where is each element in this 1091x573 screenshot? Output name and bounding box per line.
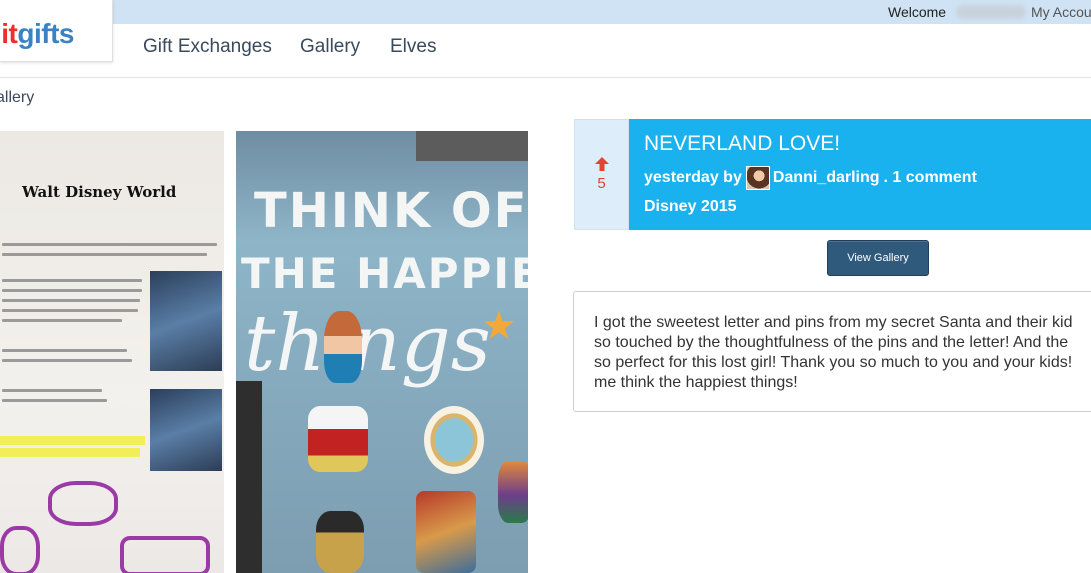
letter-line xyxy=(2,289,142,292)
letter-illustration-bottom xyxy=(150,389,222,471)
post-description-box: I got the sweetest letter and pins from … xyxy=(573,291,1091,412)
view-gallery-button[interactable]: View Gallery xyxy=(827,240,929,276)
kid-drawing xyxy=(48,481,118,526)
background-object xyxy=(236,381,262,573)
letter-line xyxy=(2,309,138,312)
letter-line xyxy=(2,279,142,282)
site-logo[interactable]: litgifts xyxy=(0,18,74,50)
nav-gallery[interactable]: Gallery xyxy=(300,36,360,58)
my-account-link[interactable]: My Accou xyxy=(1031,4,1091,20)
welcome-label: Welcome xyxy=(888,4,947,20)
nav-gift-exchanges[interactable]: Gift Exchanges xyxy=(143,36,272,58)
letter-line xyxy=(2,319,122,322)
comment-count-link[interactable]: . 1 comment xyxy=(884,169,977,187)
username-redacted xyxy=(955,5,1026,19)
logo-container[interactable]: litgifts xyxy=(0,0,113,62)
kid-drawing xyxy=(0,526,40,573)
anna-pin xyxy=(324,311,362,383)
logo-text-blue: gifts xyxy=(17,18,74,49)
welcome-text: Welcome xyxy=(888,4,1026,20)
nav-divider xyxy=(0,77,1091,78)
vote-count: 5 xyxy=(597,175,606,192)
avatar[interactable] xyxy=(745,166,770,190)
letter-illustration-top xyxy=(150,271,222,371)
letter-line xyxy=(2,349,127,352)
letter-heading: Walt Disney World xyxy=(22,183,177,201)
aurora-pin xyxy=(424,406,484,474)
shirt-text-line3: things xyxy=(244,299,491,389)
gallery-photo-shirt[interactable]: THINK OF THE HAPPIEST things ★ xyxy=(236,131,528,573)
post-tag-link[interactable]: Disney 2015 xyxy=(644,198,737,216)
star-icon: ★ xyxy=(481,304,517,348)
post-meta: yesterday by Danni_darling . 1 comment xyxy=(644,166,977,190)
letter-line xyxy=(2,359,132,362)
mickey-pin xyxy=(316,511,364,573)
upvote-arrow-icon[interactable] xyxy=(594,156,610,172)
breadcrumb[interactable]: allery xyxy=(0,89,34,107)
letter-line xyxy=(2,389,102,392)
peter-pan-pin xyxy=(416,491,476,573)
letter-line xyxy=(2,399,107,402)
gallery-photo-letter[interactable]: Walt Disney World xyxy=(0,131,224,573)
shirt-text-line1: THINK OF xyxy=(254,183,528,239)
vote-box: 5 xyxy=(574,119,629,230)
highlighted-line xyxy=(0,436,145,445)
letter-line xyxy=(2,299,140,302)
letter-line xyxy=(2,243,217,246)
post-author-link[interactable]: Danni_darling xyxy=(773,169,880,187)
nav-elves[interactable]: Elves xyxy=(390,36,436,58)
post-description: I got the sweetest letter and pins from … xyxy=(594,314,1073,391)
character-pin xyxy=(498,461,528,523)
castle-pin xyxy=(308,406,368,472)
logo-text-red: lit xyxy=(0,18,18,49)
letter-line xyxy=(2,253,207,256)
shirt-text-line2: THE HAPPIEST xyxy=(241,249,528,298)
post-time: yesterday by xyxy=(644,169,742,186)
post-title[interactable]: NEVERLAND LOVE! xyxy=(644,132,840,156)
background-object xyxy=(416,131,528,161)
kid-drawing xyxy=(120,536,210,573)
highlighted-line xyxy=(0,448,140,457)
